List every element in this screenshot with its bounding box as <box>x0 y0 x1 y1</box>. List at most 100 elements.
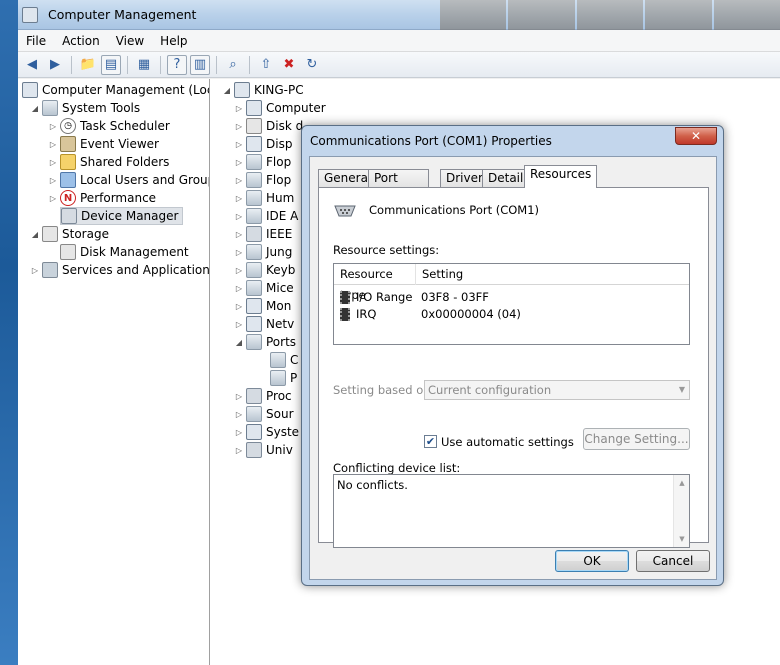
properties-icon[interactable]: ▦ <box>134 55 154 75</box>
tree-item-disk-management[interactable]: Disk Management <box>60 243 189 261</box>
device-category[interactable]: ▷ Netv <box>234 315 294 333</box>
device-category[interactable]: ▷ Jung <box>234 243 292 261</box>
menu-file[interactable]: File <box>18 34 54 48</box>
tree-item-local-users[interactable]: ▷ Local Users and Groups <box>48 171 209 189</box>
device-category-ports[interactable]: ◢ Ports <box>234 333 296 351</box>
menu-action[interactable]: Action <box>54 34 108 48</box>
show-hide-tree-icon[interactable]: ▤ <box>101 54 121 75</box>
use-automatic-checkbox[interactable]: ✔ <box>424 435 437 448</box>
uninstall-icon[interactable]: ✖ <box>279 55 299 75</box>
action-pane-icon[interactable]: ▥ <box>190 54 210 75</box>
tab-resources[interactable]: Resources <box>524 165 598 188</box>
tree-item-services[interactable]: ▷ Services and Applications <box>30 261 209 279</box>
collapse-arrow-icon[interactable]: ◢ <box>30 104 40 113</box>
title-bar[interactable]: Computer Management <box>18 0 780 30</box>
update-driver-icon[interactable]: ⇧ <box>256 55 276 75</box>
device-root[interactable]: ◢ KING-PC <box>222 81 304 99</box>
expand-arrow-icon[interactable]: ▷ <box>234 392 244 401</box>
expand-arrow-icon[interactable]: ▷ <box>234 230 244 239</box>
list-header: Resource type Setting <box>334 264 689 302</box>
expand-arrow-icon[interactable]: ▷ <box>234 104 244 113</box>
device-category[interactable]: ▷ IEEE <box>234 225 292 243</box>
expand-arrow-icon[interactable]: ▷ <box>48 176 58 185</box>
expand-arrow-icon[interactable]: ▷ <box>234 212 244 221</box>
expand-arrow-icon[interactable]: ▷ <box>234 410 244 419</box>
storage-icon <box>42 226 58 242</box>
mouse-icon <box>246 280 262 296</box>
expand-arrow-icon[interactable]: ▷ <box>48 158 58 167</box>
ok-button[interactable]: OK <box>555 550 629 572</box>
setting-based-on-select[interactable]: Current configuration ▼ <box>424 380 690 400</box>
device-item-com1[interactable]: C <box>270 351 298 369</box>
menu-view[interactable]: View <box>108 34 152 48</box>
expand-arrow-icon[interactable]: ▷ <box>234 194 244 203</box>
tree-item-system-tools[interactable]: ◢ System Tools <box>30 99 140 117</box>
column-setting[interactable]: Setting <box>416 264 516 285</box>
expand-arrow-icon[interactable]: ▷ <box>234 158 244 167</box>
enable-device-icon[interactable]: ↻ <box>302 55 322 75</box>
expand-arrow-icon[interactable]: ▷ <box>48 194 58 203</box>
device-category[interactable]: ▷ Mon <box>234 297 291 315</box>
expand-arrow-icon[interactable]: ▷ <box>234 176 244 185</box>
device-manager-icon <box>61 208 77 224</box>
tree-item-storage[interactable]: ◢ Storage <box>30 225 109 243</box>
device-category[interactable]: ▷ Flop <box>234 153 291 171</box>
device-item-lpt[interactable]: P <box>270 369 297 387</box>
tree-item-computer-management[interactable]: Computer Management (Local <box>22 81 209 99</box>
device-category[interactable]: ▷ Disk d <box>234 117 303 135</box>
expand-arrow-icon[interactable]: ▷ <box>234 284 244 293</box>
help-icon[interactable]: ? <box>167 54 187 75</box>
device-category[interactable]: ▷ Keyb <box>234 261 295 279</box>
expand-arrow-icon[interactable]: ▷ <box>234 428 244 437</box>
expand-arrow-icon[interactable]: ▷ <box>234 140 244 149</box>
device-category[interactable]: ▷ Flop <box>234 171 291 189</box>
table-row[interactable]: IRQ 0x00000004 (04) <box>334 306 689 323</box>
change-setting-button[interactable]: Change Setting... <box>583 428 690 450</box>
device-category[interactable]: ▷ Univ <box>234 441 293 459</box>
scroll-up-icon[interactable]: ▲ <box>674 475 690 491</box>
expand-arrow-icon[interactable]: ▷ <box>234 248 244 257</box>
dialog-body: General Port Settings Driver Details Res… <box>309 156 717 580</box>
up-folder-icon[interactable]: 📁 <box>78 55 98 75</box>
expand-arrow-icon[interactable]: ▷ <box>234 302 244 311</box>
device-category[interactable]: ▷ Disp <box>234 135 292 153</box>
expand-arrow-icon[interactable]: ▷ <box>234 446 244 455</box>
close-icon[interactable]: ✕ <box>675 127 717 145</box>
use-automatic-label[interactable]: Use automatic settings <box>441 435 574 449</box>
tree-item-task-scheduler[interactable]: ▷ ◷ Task Scheduler <box>48 117 170 135</box>
device-category[interactable]: ▷ Mice <box>234 279 294 297</box>
tree-item-shared-folders[interactable]: ▷ Shared Folders <box>48 153 169 171</box>
expand-arrow-icon[interactable]: ▷ <box>48 140 58 149</box>
column-resource-type[interactable]: Resource type <box>334 264 416 302</box>
menu-help[interactable]: Help <box>152 34 195 48</box>
device-name: Communications Port (COM1) <box>369 203 540 217</box>
back-arrow-icon[interactable]: ◀ <box>22 55 42 75</box>
tab-port-settings[interactable]: Port Settings <box>368 169 430 202</box>
device-category[interactable]: ▷ Syste <box>234 423 299 441</box>
forward-arrow-icon[interactable]: ▶ <box>45 55 65 75</box>
scroll-down-icon[interactable]: ▼ <box>674 531 690 547</box>
expand-arrow-icon[interactable]: ▷ <box>30 266 40 275</box>
tree-item-performance[interactable]: ▷ N Performance <box>48 189 156 207</box>
table-row[interactable]: I/O Range 03F8 - 03FF <box>334 289 689 306</box>
collapse-arrow-icon[interactable]: ◢ <box>222 86 232 95</box>
expand-arrow-icon[interactable]: ▷ <box>48 122 58 131</box>
collapse-arrow-icon[interactable]: ◢ <box>30 230 40 239</box>
collapse-arrow-icon[interactable]: ◢ <box>234 338 244 347</box>
device-category[interactable]: ▷ IDE A <box>234 207 298 225</box>
tree-item-device-manager[interactable]: Device Manager <box>60 207 184 225</box>
device-category[interactable]: ▷ Hum <box>234 189 294 207</box>
scan-hardware-icon[interactable]: ⌕ <box>223 55 243 75</box>
scrollbar[interactable]: ▲ ▼ <box>673 475 689 547</box>
resource-list[interactable]: Resource type Setting I/O Range 03F8 - 0… <box>333 263 690 345</box>
expand-arrow-icon[interactable]: ▷ <box>234 266 244 275</box>
device-category[interactable]: ▷ Computer <box>234 99 326 117</box>
expand-arrow-icon[interactable]: ▷ <box>234 320 244 329</box>
device-category[interactable]: ▷ Proc <box>234 387 292 405</box>
tree-item-event-viewer[interactable]: ▷ Event Viewer <box>48 135 159 153</box>
expand-arrow-icon[interactable]: ▷ <box>234 122 244 131</box>
device-category[interactable]: ▷ Sour <box>234 405 294 423</box>
cancel-button[interactable]: Cancel <box>636 550 710 572</box>
chevron-down-icon: ▼ <box>678 385 685 394</box>
conflict-list[interactable]: No conflicts. ▲ ▼ <box>333 474 690 548</box>
